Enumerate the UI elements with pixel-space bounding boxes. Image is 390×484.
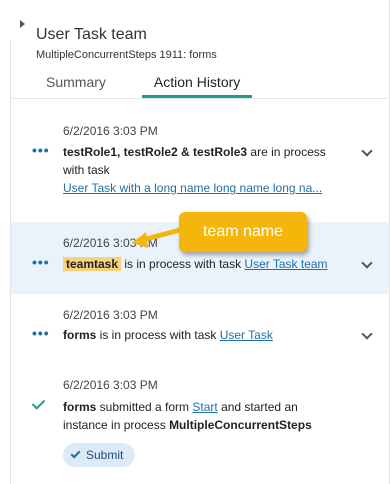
more-options-icon[interactable]: ••• <box>32 325 50 341</box>
list-item: 6/2/2016 3:03 PM ••• forms is in process… <box>11 296 389 368</box>
tab-action-history[interactable]: Action History <box>141 72 253 98</box>
chevron-down-icon[interactable] <box>361 328 373 340</box>
history-text: with task <box>63 163 110 177</box>
more-options-icon[interactable]: ••• <box>32 254 50 270</box>
process-name: MultipleConcurrentSteps <box>169 418 312 432</box>
action-history-panel: User Task team MultipleConcurrentSteps 1… <box>0 0 390 484</box>
chevron-down-icon[interactable] <box>361 257 373 269</box>
tab-summary[interactable]: Summary <box>36 72 116 98</box>
tab-divider <box>10 98 390 99</box>
collapse-arrow-icon[interactable] <box>20 20 25 28</box>
timestamp: 6/2/2016 3:03 PM <box>63 308 158 322</box>
history-text: instance in process MultipleConcurrentSt… <box>63 418 312 432</box>
submit-badge[interactable]: Submit <box>63 443 136 467</box>
chevron-down-icon[interactable] <box>361 145 373 157</box>
actor-name: forms <box>63 328 97 342</box>
task-link[interactable]: User Task with a long name long name lon… <box>63 179 322 197</box>
actor-name: forms <box>63 400 97 414</box>
timestamp: 6/2/2016 3:03 PM <box>63 378 158 392</box>
page-title: User Task team <box>36 26 147 43</box>
check-icon <box>70 448 81 459</box>
history-text: teamtask is in process with task User Ta… <box>63 255 328 273</box>
history-text: testRole1, testRole2 & testRole3 are in … <box>63 145 326 159</box>
page-subtitle: MultipleConcurrentSteps 1911: forms <box>36 49 217 61</box>
tab-bar: Summary Action History <box>36 72 278 98</box>
more-options-icon[interactable]: ••• <box>32 142 50 158</box>
start-link[interactable]: Start <box>192 400 217 414</box>
timestamp: 6/2/2016 3:03 PM <box>63 124 158 138</box>
annotation-callout: team name <box>179 212 307 252</box>
actor-name: teamtask <box>63 257 122 271</box>
submit-label: Submit <box>86 448 124 462</box>
actor-name: testRole1, testRole2 & testRole3 <box>63 145 248 159</box>
history-text: forms submitted a form Start and started… <box>63 400 298 414</box>
history-text: forms is in process with task User Task <box>63 328 273 342</box>
checkmark-icon <box>31 396 46 410</box>
list-item: 6/2/2016 3:03 PM ••• testRole1, testRole… <box>11 110 389 210</box>
task-link[interactable]: User Task <box>220 328 273 342</box>
task-link[interactable]: User Task team <box>244 257 327 271</box>
callout-arrow-icon <box>132 227 183 248</box>
